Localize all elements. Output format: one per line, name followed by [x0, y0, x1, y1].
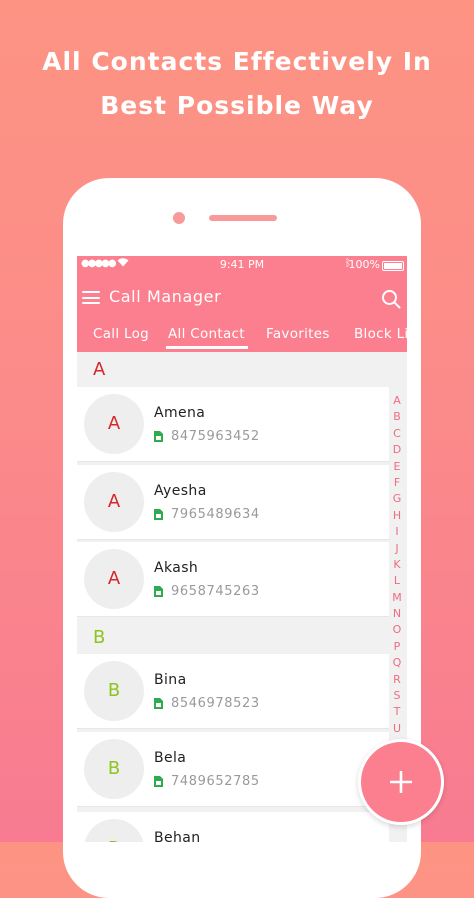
index-letter-o[interactable]: O — [390, 622, 404, 638]
index-letter-l[interactable]: L — [390, 573, 404, 589]
index-letter-u[interactable]: U — [390, 721, 404, 737]
section-header-a: A — [77, 354, 407, 386]
contact-number: 9658745263 — [171, 584, 260, 599]
section-letter: A — [93, 359, 106, 380]
app-bar: ●●●●● 9:41 PM ᛒ 100% Call Manager Call L… — [77, 256, 407, 352]
contact-name: Bina — [154, 672, 187, 688]
index-letter-c[interactable]: C — [390, 426, 404, 442]
contact-row[interactable]: B Bina 8546978523 — [77, 654, 389, 729]
index-letter-h[interactable]: H — [390, 508, 404, 524]
status-bar: ●●●●● 9:41 PM ᛒ 100% — [77, 256, 407, 274]
avatar: A — [84, 394, 144, 454]
speaker-grille — [209, 215, 277, 221]
app-screen: ●●●●● 9:41 PM ᛒ 100% Call Manager Call L… — [77, 256, 407, 842]
index-letter-n[interactable]: N — [390, 606, 404, 622]
tab-block-list[interactable]: Block Li — [354, 326, 407, 342]
contact-name: Bela — [154, 750, 187, 766]
tab-favorites[interactable]: Favorites — [266, 326, 330, 342]
sim-card-icon — [154, 509, 163, 520]
index-letter-f[interactable]: F — [390, 475, 404, 491]
add-contact-button[interactable] — [358, 739, 444, 825]
avatar: B — [84, 661, 144, 721]
index-letter-p[interactable]: P — [390, 639, 404, 655]
battery-icon — [382, 261, 404, 271]
contact-name: Akash — [154, 560, 199, 576]
alphabet-index[interactable]: ABCDEFGHIJKLMNOPQRSTU — [390, 393, 404, 737]
index-letter-g[interactable]: G — [390, 491, 404, 507]
hamburger-icon[interactable] — [82, 291, 100, 304]
sim-card-icon — [154, 586, 163, 597]
contact-number: 7489652785 — [171, 774, 260, 789]
battery-percent: 100% — [348, 258, 380, 271]
index-letter-a[interactable]: A — [390, 393, 404, 409]
promo-headline: All Contacts Effectively In Best Possibl… — [0, 40, 474, 128]
sim-card-icon — [154, 698, 163, 709]
tab-call-log[interactable]: Call Log — [93, 326, 149, 342]
sim-card-icon — [154, 776, 163, 787]
contact-number: 7965489634 — [171, 507, 260, 522]
app-title: Call Manager — [109, 287, 222, 306]
contact-name: Amena — [154, 405, 206, 421]
avatar: A — [84, 549, 144, 609]
search-icon[interactable] — [381, 289, 401, 309]
index-letter-d[interactable]: D — [390, 442, 404, 458]
index-letter-e[interactable]: E — [390, 459, 404, 475]
index-letter-r[interactable]: R — [390, 672, 404, 688]
contact-row[interactable]: A Amena 8475963452 — [77, 387, 389, 462]
sim-card-icon — [154, 431, 163, 442]
active-tab-indicator — [166, 346, 248, 349]
contact-name: Ayesha — [154, 483, 207, 499]
contact-number: 8546978523 — [171, 696, 260, 711]
index-letter-s[interactable]: S — [390, 688, 404, 704]
contact-name: Behan — [154, 830, 201, 842]
index-letter-q[interactable]: Q — [390, 655, 404, 671]
plus-icon — [390, 771, 412, 793]
contact-row[interactable]: A Ayesha 7965489634 — [77, 465, 389, 540]
contact-row[interactable]: B Bela 7489652785 — [77, 732, 389, 807]
contact-number: 8475963452 — [171, 429, 260, 444]
camera-dot — [173, 212, 185, 224]
index-letter-i[interactable]: I — [390, 524, 404, 540]
avatar: A — [84, 472, 144, 532]
index-letter-t[interactable]: T — [390, 704, 404, 720]
index-letter-m[interactable]: M — [390, 590, 404, 606]
contact-row[interactable]: B Behan — [77, 812, 389, 842]
avatar: B — [84, 739, 144, 799]
headline-line-1: All Contacts Effectively In — [42, 47, 432, 76]
index-letter-k[interactable]: K — [390, 557, 404, 573]
section-header-b: B — [77, 622, 407, 654]
section-letter: B — [93, 627, 106, 648]
index-letter-b[interactable]: B — [390, 409, 404, 425]
headline-line-2: Best Possible Way — [100, 91, 374, 120]
contact-row[interactable]: A Akash 9658745263 — [77, 542, 389, 617]
avatar: B — [84, 819, 144, 842]
tab-all-contact[interactable]: All Contact — [168, 326, 245, 342]
index-letter-j[interactable]: J — [390, 541, 404, 557]
